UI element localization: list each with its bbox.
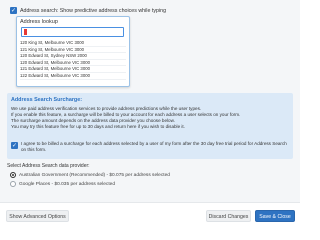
- address-search-option[interactable]: ✓ Address search: Show predictive addres…: [10, 7, 166, 14]
- discard-changes-button[interactable]: Discard Changes: [206, 210, 251, 222]
- save-and-close-button[interactable]: Save & Close: [255, 210, 295, 222]
- provider-option-label: Australian Government (Recommended) - $0…: [19, 172, 170, 178]
- surcharge-text-line: If you enable this feature, a surcharge …: [11, 112, 241, 117]
- surcharge-text-line: We use paid address verification service…: [11, 106, 202, 111]
- address-suggestion[interactable]: 120 Edward St, Melbourne VIC 3000: [20, 60, 126, 67]
- address-lookup-input[interactable]: [21, 27, 124, 37]
- address-lookup-preview: Address lookup 120 King St, Melbourne VI…: [16, 16, 130, 87]
- provider-option-australian-government[interactable]: Australian Government (Recommended) - $0…: [10, 172, 170, 178]
- surcharge-notice: Address Search Surcharge: We use paid ad…: [7, 93, 293, 159]
- surcharge-agree-checkbox[interactable]: ✓: [11, 141, 18, 149]
- provider-radio-australian-government[interactable]: [10, 172, 16, 178]
- surcharge-title: Address Search Surcharge:: [11, 97, 83, 103]
- address-suggestion-list: 120 King St, Melbourne VIC 3000 121 King…: [20, 40, 126, 80]
- address-lookup-title: Address lookup: [20, 19, 58, 25]
- provider-option-google-places[interactable]: Google Places - $0.035 per address selec…: [10, 181, 115, 187]
- dialog-footer: Show Advanced Options Discard Changes Sa…: [0, 202, 300, 225]
- provider-option-label: Google Places - $0.035 per address selec…: [19, 181, 115, 187]
- provider-radio-google-places[interactable]: [10, 181, 16, 187]
- show-advanced-options-button[interactable]: Show Advanced Options: [6, 210, 69, 222]
- address-suggestion[interactable]: 120 King St, Melbourne VIC 3000: [20, 40, 126, 47]
- address-search-checkbox[interactable]: ✓: [10, 7, 17, 14]
- address-suggestion[interactable]: 120 Edward St, Sydney NSW 2000: [20, 53, 126, 60]
- surcharge-agree-option[interactable]: ✓ I agree to be billed a surcharge for e…: [11, 141, 291, 153]
- surcharge-agree-label: I agree to be billed a surcharge for eac…: [21, 141, 287, 152]
- address-suggestion[interactable]: 121 Edward St, Melbourne VIC 3000: [20, 66, 126, 73]
- provider-select-label: Select Address Search data provider:: [7, 163, 90, 169]
- address-search-label: Address search: Show predictive address …: [20, 7, 167, 14]
- text-cursor: [24, 29, 27, 35]
- address-suggestion[interactable]: 122 Edward St, Melbourne VIC 3000: [20, 73, 126, 80]
- settings-panel: ✓ Address search: Show predictive addres…: [0, 0, 300, 202]
- surcharge-text-line: You may try this feature free for up to …: [11, 124, 185, 129]
- address-suggestion[interactable]: 121 King St, Melbourne VIC 3000: [20, 47, 126, 54]
- surcharge-text-line: The surcharge amount depends on the addr…: [11, 118, 175, 123]
